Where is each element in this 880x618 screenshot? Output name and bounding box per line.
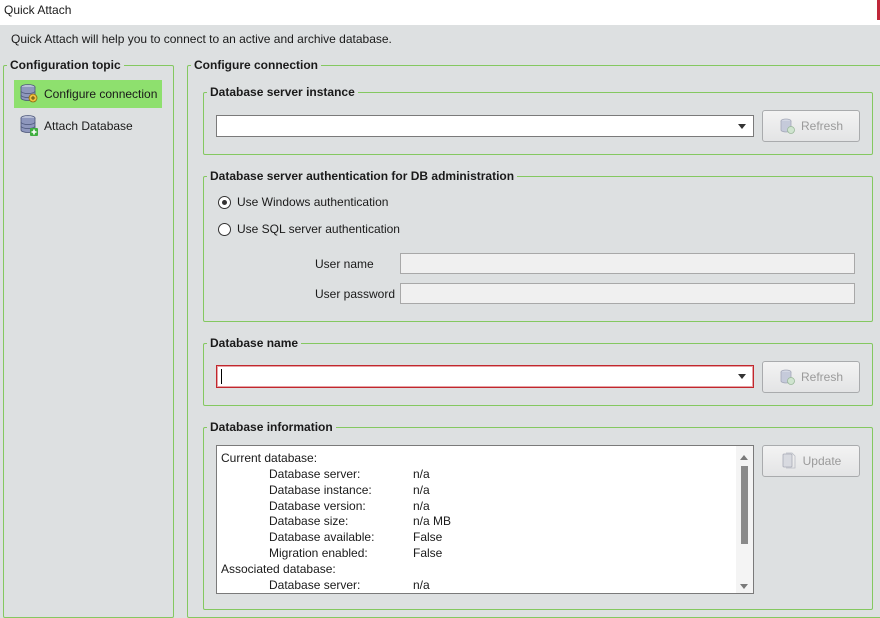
window-title: Quick Attach: [4, 3, 72, 17]
configuration-topic-legend: Configuration topic: [10, 58, 121, 72]
topic-configure-connection-label: Configure connection: [44, 87, 158, 101]
database-connect-icon: [19, 83, 39, 106]
scroll-thumb[interactable]: [741, 466, 748, 544]
scroll-down-arrow-icon[interactable]: [740, 584, 748, 589]
info-row-value: n/a: [413, 578, 430, 592]
windows-auth-radio[interactable]: Use Windows authentication: [218, 195, 388, 209]
database-info-legend: Database information: [210, 420, 333, 434]
server-refresh-button[interactable]: Refresh: [762, 110, 860, 142]
database-refresh-label: Refresh: [800, 370, 844, 384]
info-row-value: n/a: [413, 499, 430, 513]
refresh-icon: [779, 369, 795, 385]
topic-attach-database[interactable]: Attach Database: [14, 112, 162, 140]
radio-button-checked[interactable]: [218, 195, 231, 209]
info-row-value: n/a: [413, 467, 430, 481]
configuration-topic-panel: Configuration topic: [3, 58, 174, 618]
info-row-value: n/a MB: [413, 514, 452, 528]
topic-configure-connection[interactable]: Configure connection: [14, 80, 162, 108]
info-row-value: n/a: [413, 483, 430, 497]
scroll-up-arrow-icon[interactable]: [740, 455, 748, 460]
configure-connection-legend: Configure connection: [194, 58, 318, 72]
windows-auth-label: Use Windows authentication: [237, 195, 389, 209]
info-row-key: Database server:: [269, 578, 361, 592]
topic-attach-database-label: Attach Database: [44, 119, 133, 133]
intro-text: Quick Attach will help you to connect to…: [11, 32, 392, 46]
radio-button-unchecked[interactable]: [218, 222, 231, 236]
update-icon: [781, 452, 797, 470]
info-row-value: False: [413, 546, 443, 560]
info-row-value: False: [413, 530, 443, 544]
user-name-field[interactable]: [400, 253, 855, 274]
title-bar: Quick Attach: [0, 0, 880, 25]
sql-auth-label: Use SQL server authentication: [237, 222, 400, 236]
info-row-key: Database instance:: [269, 483, 372, 497]
database-add-icon: [19, 114, 39, 139]
update-button[interactable]: Update: [762, 445, 860, 477]
info-row-key: Database available:: [269, 530, 375, 544]
user-name-label: User name: [315, 257, 374, 271]
server-instance-legend: Database server instance: [210, 85, 355, 99]
chevron-down-icon: [738, 124, 746, 129]
user-password-label: User password: [315, 287, 396, 301]
text-caret: [221, 369, 222, 384]
info-scrollbar[interactable]: [736, 446, 753, 593]
info-row-key: Migration enabled:: [269, 546, 368, 560]
refresh-icon: [779, 118, 795, 134]
info-row-key: Database version:: [269, 499, 366, 513]
database-name-combo[interactable]: [216, 365, 754, 388]
info-row-key: Database server:: [269, 467, 361, 481]
associated-database-header: Associated database:: [221, 562, 336, 576]
info-row-key: Database size:: [269, 514, 349, 528]
authentication-legend: Database server authentication for DB ad…: [210, 169, 515, 183]
chevron-down-icon: [738, 374, 746, 379]
database-info-box[interactable]: Current database: Database server: n/a D…: [216, 445, 754, 594]
server-instance-combo[interactable]: [216, 115, 754, 137]
database-name-legend: Database name: [210, 336, 299, 350]
database-refresh-button[interactable]: Refresh: [762, 361, 860, 393]
update-label: Update: [802, 454, 842, 468]
server-refresh-label: Refresh: [800, 119, 844, 133]
current-database-header: Current database:: [221, 451, 318, 465]
user-password-field[interactable]: [400, 283, 855, 304]
sql-auth-radio[interactable]: Use SQL server authentication: [218, 222, 400, 236]
